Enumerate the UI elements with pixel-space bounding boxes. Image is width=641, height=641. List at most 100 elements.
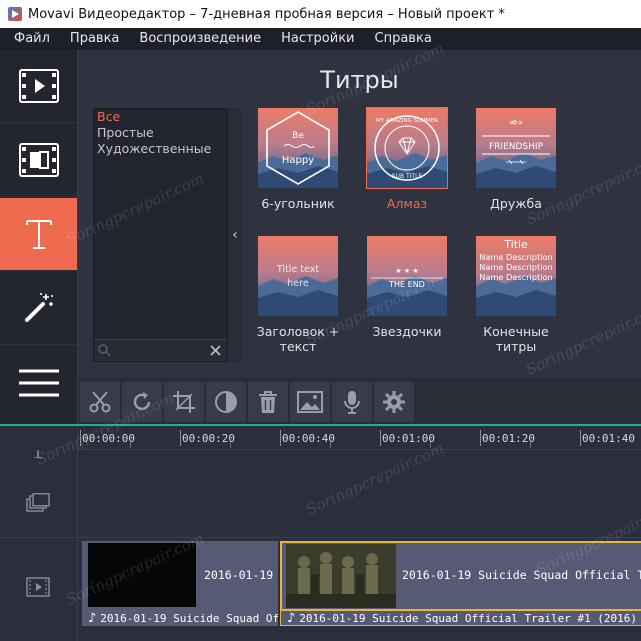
crop-button[interactable]: [164, 382, 204, 422]
video-clip[interactable]: 2016-01-19: [82, 541, 278, 611]
ruler-label: 00:01:40: [582, 432, 635, 445]
transitions-effects-button[interactable]: [0, 272, 77, 345]
thumb-text: MY AMAZING SUMMER: [376, 118, 438, 124]
ruler-label: 00:01:00: [382, 432, 435, 445]
left-toolbar: [0, 50, 78, 424]
title-tile-stars[interactable]: ★ ★ ★ THE END Звездочки: [367, 236, 467, 366]
clip-settings-button[interactable]: [374, 382, 414, 422]
category-all[interactable]: Все: [97, 109, 120, 124]
thumb-text: Name Description: [479, 262, 552, 272]
time-ruler[interactable]: 00:00:00 00:00:20 00:00:40 00:01:00 00:0…: [78, 426, 641, 450]
thumb-text: Title text: [276, 264, 319, 275]
menu-help[interactable]: Справка: [365, 28, 442, 50]
music-note-icon: ♪: [287, 610, 296, 626]
collapse-categories-handle[interactable]: ‹: [228, 108, 242, 362]
title-thumbnail: Title text here: [258, 236, 338, 316]
title-tile-heading-text[interactable]: Title text here Заголовок + текст: [257, 236, 358, 366]
ruler-label: 00:00:20: [182, 432, 235, 445]
svg-text:★ ★ ★: ★ ★ ★: [395, 267, 418, 275]
tile-label: 6-угольник: [261, 196, 335, 211]
thumb-text: THE END: [388, 280, 425, 289]
cut-button[interactable]: [80, 382, 120, 422]
tile-label: Алмаз: [386, 196, 428, 211]
audio-clip-selected[interactable]: ♪ 2016-01-19 Suicide Squad Official Trai…: [280, 610, 641, 626]
clear-search-icon[interactable]: [210, 345, 221, 356]
film-play-icon: [18, 69, 59, 103]
film-filter-icon: [18, 143, 59, 177]
audio-clip-title: 2016-01-19 Suicide Squad Off: [100, 611, 278, 625]
title-track-icon: [26, 493, 50, 512]
title-track-header[interactable]: [24, 492, 52, 514]
audio-clip-title: 2016-01-19 Suicide Squad Official Traile…: [299, 611, 641, 625]
title-tile-hexagon[interactable]: Be Happy 6-угольник: [258, 108, 358, 238]
menu-settings[interactable]: Настройки: [271, 28, 364, 50]
clip-thumbnail: [286, 544, 396, 608]
track-headers: [0, 426, 78, 641]
menu-edit[interactable]: Правка: [60, 28, 129, 50]
chevron-left-icon: ‹: [232, 227, 238, 243]
image-icon: [297, 391, 323, 413]
tile-label: Звездочки: [372, 324, 442, 339]
clip-title: 2016-01-19: [204, 568, 274, 582]
rotate-icon: [133, 392, 151, 411]
title-bar: Movavi Видеоредактор – 7-дневная пробная…: [0, 0, 641, 28]
music-note-icon: ♪: [88, 610, 97, 626]
category-list: Все Простые Художественные: [93, 108, 228, 362]
video-track-header[interactable]: [24, 576, 52, 598]
title-tile-friendship[interactable]: FRIENDSHIP Дружба: [476, 108, 576, 238]
movavi-app-icon: [8, 7, 22, 21]
thumb-text: Happy: [282, 155, 314, 166]
settings-gear-icon: [383, 391, 405, 413]
rotate-button[interactable]: [122, 382, 162, 422]
menu-playback[interactable]: Воспроизведение: [129, 28, 271, 50]
tile-label: Конечные титры: [483, 324, 549, 354]
title-thumbnail: FRIENDSHIP: [476, 108, 556, 188]
thumb-text: FRIENDSHIP: [489, 142, 544, 152]
track-divider: [0, 537, 641, 538]
record-voice-button[interactable]: [332, 382, 372, 422]
video-clip-selected[interactable]: 2016-01-19 Suicide Squad Official Traile…: [280, 541, 641, 611]
filters-button[interactable]: [0, 124, 77, 197]
video-track-icon: [26, 577, 50, 597]
category-artistic[interactable]: Художественные: [97, 141, 211, 156]
microphone-icon: [344, 391, 360, 414]
crop-icon: [173, 391, 195, 413]
timeline: 00:00:00 00:00:20 00:00:40 00:01:00 00:0…: [0, 424, 641, 641]
video-editor-window: Movavi Видеоредактор – 7-дневная пробная…: [0, 0, 641, 641]
titles-button[interactable]: [0, 198, 77, 271]
thumb-text: Name Description: [479, 252, 552, 262]
title-thumbnail: Title Name Description Name Description …: [476, 236, 556, 316]
trash-icon: [259, 391, 277, 413]
titles-panel: Титры Все Простые Художественные ‹ Be Ha…: [78, 50, 641, 378]
hamburger-menu-icon: [18, 369, 59, 396]
text-t-icon: [25, 220, 52, 249]
import-media-button[interactable]: [0, 50, 77, 123]
thumb-text: Title: [503, 238, 528, 251]
magic-wand-icon: [24, 293, 53, 322]
ruler-label: 00:00:00: [82, 432, 135, 445]
audio-clip[interactable]: ♪ 2016-01-19 Suicide Squad Off: [82, 610, 278, 626]
title-thumbnail: ★ ★ ★ THE END: [367, 236, 447, 316]
category-simple[interactable]: Простые: [97, 125, 154, 140]
title-tile-diamond[interactable]: MY AMAZING SUMMER SUB TITLE Алмаз: [366, 107, 467, 238]
tile-label: Дружба: [490, 196, 542, 211]
thumb-text: SUB TITLE: [392, 173, 423, 180]
thumb-text: Be: [292, 131, 304, 141]
scissors-icon: [89, 391, 111, 413]
menu-file[interactable]: Файл: [0, 28, 60, 50]
thumb-text: here: [287, 278, 309, 289]
menu-bar: Файл Правка Воспроизведение Настройки Сп…: [0, 28, 641, 50]
category-search-field[interactable]: [94, 339, 227, 361]
search-icon: [98, 344, 111, 357]
playhead-marker-icon[interactable]: [32, 450, 44, 458]
insert-image-button[interactable]: [290, 382, 330, 422]
delete-button[interactable]: [248, 382, 288, 422]
more-menu-button[interactable]: [0, 346, 77, 419]
ruler-label: 00:00:40: [282, 432, 335, 445]
color-adjust-button[interactable]: [206, 382, 246, 422]
clip-thumbnail: [88, 543, 196, 607]
color-adjust-icon: [215, 391, 237, 413]
thumb-text: Name Description: [479, 272, 552, 282]
title-tile-end-credits[interactable]: Title Name Description Name Description …: [476, 236, 576, 366]
edit-toolbar: [78, 378, 641, 424]
